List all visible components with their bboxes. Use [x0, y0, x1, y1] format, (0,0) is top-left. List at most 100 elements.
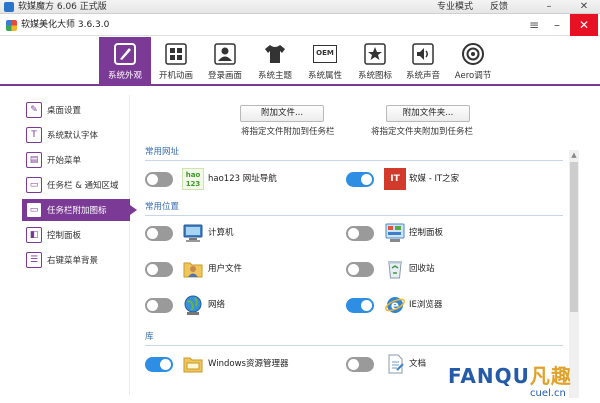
tab-label: 系统图标: [357, 71, 392, 81]
font-icon: T: [26, 127, 42, 143]
pro-mode-menu[interactable]: 专业模式: [437, 1, 473, 13]
toggle-computer[interactable]: [145, 226, 173, 241]
network-icon: [182, 294, 204, 316]
tab-label: 系统属性: [307, 71, 342, 81]
section-title-common-sites: 常用网址: [145, 147, 180, 157]
watermark-subtext: cuel.cn: [530, 388, 566, 399]
attach-folder-note: 将指定文件夹附加到任务栏: [371, 127, 474, 137]
windows-logo-icon: [164, 42, 188, 66]
sidebar-item-start-menu[interactable]: ▤ 开始菜单: [22, 149, 130, 171]
section-title-libraries: 库: [145, 332, 154, 342]
control-panel-icon: [384, 222, 406, 244]
main-toolbar: 系统外观 开机动画 登录画面 系统主题 OEM 系统属性 系统图标 系统声音 A…: [0, 37, 600, 86]
attach-folder-button[interactable]: 附加文件夹...: [386, 105, 470, 122]
context-menu-icon: ☰: [26, 252, 42, 268]
toggle-control-panel[interactable]: [346, 226, 374, 241]
sidebar-item-desktop-settings[interactable]: ✎ 桌面设置: [22, 99, 130, 121]
label-ithome: 软媒 - IT之家: [409, 174, 460, 184]
label-recycle-bin: 回收站: [409, 264, 435, 274]
label-control-panel: 控制面板: [409, 228, 444, 238]
section-divider: [145, 160, 563, 161]
outer-title-bar: 软媒魔方 6.06 正式版 专业模式 反馈 – ✕: [0, 0, 600, 14]
target-icon: [461, 42, 485, 66]
recycle-bin-icon: [384, 258, 406, 280]
section-divider: [145, 215, 563, 216]
feedback-menu[interactable]: 反馈: [490, 1, 508, 13]
user-frame-icon: [213, 42, 237, 66]
sidebar: ✎ 桌面设置 T 系统默认字体 ▤ 开始菜单 ▭ 任务栏 & 通知区域 ▭ 任务…: [18, 95, 137, 395]
menu-button[interactable]: ≡: [524, 14, 544, 36]
watermark-text: FANQU凡趣: [448, 364, 572, 388]
label-user-files: 用户文件: [208, 264, 243, 274]
tab-label: 开机动画: [158, 71, 193, 81]
tab-boot-animation[interactable]: 开机动画: [153, 37, 199, 86]
label-windows-explorer: Windows资源管理器: [208, 359, 289, 369]
user-folder-icon: [182, 258, 204, 280]
sidebar-item-label: 桌面设置: [47, 106, 82, 116]
tab-system-icons[interactable]: 系统图标: [351, 37, 399, 86]
ithome-icon: IT: [384, 168, 406, 190]
toggle-hao123[interactable]: [145, 172, 173, 187]
mofang-app-icon: [4, 2, 14, 12]
label-documents: 文档: [409, 359, 427, 369]
meihua-app-icon: [6, 20, 17, 31]
sidebar-item-label: 右键菜单背景: [47, 256, 99, 266]
outer-close-button[interactable]: ✕: [575, 0, 593, 14]
inner-window-title: 软媒美化大师 3.6.3.0: [21, 20, 110, 30]
close-button[interactable]: ✕: [570, 14, 598, 36]
tab-system-properties[interactable]: OEM 系统属性: [301, 37, 349, 86]
sidebar-item-control-panel[interactable]: ◧ 控制面板: [22, 224, 130, 246]
label-network: 网络: [208, 300, 226, 310]
toggle-ithome[interactable]: [346, 172, 374, 187]
scroll-up-arrow-icon[interactable]: ▲: [569, 150, 579, 160]
scrollbar-thumb[interactable]: [570, 162, 578, 312]
start-menu-icon: ▤: [26, 152, 42, 168]
inner-title-bar: 软媒美化大师 3.6.3.0 ≡ – ✕: [0, 14, 600, 36]
sidebar-item-taskbar-pin[interactable]: ▭ 任务栏附加图标: [22, 199, 137, 221]
toggle-windows-explorer[interactable]: [145, 357, 173, 372]
attach-file-note: 将指定文件附加到任务栏: [241, 127, 335, 137]
taskbar-icon: ▭: [26, 177, 42, 193]
site-watermark: FANQU凡趣 cuel.cn: [448, 362, 598, 402]
section-title-common-places: 常用位置: [145, 202, 180, 212]
outer-minimize-button[interactable]: –: [540, 0, 558, 14]
control-panel-icon: ◧: [26, 227, 42, 243]
brush-icon: [113, 42, 137, 66]
tab-login-screen[interactable]: 登录画面: [201, 37, 249, 86]
sidebar-item-label: 任务栏附加图标: [47, 206, 107, 216]
attach-file-button[interactable]: 附加文件...: [240, 105, 324, 122]
minimize-button[interactable]: –: [547, 14, 567, 36]
hao123-icon: hao 123: [182, 168, 204, 190]
explorer-folder-icon: [182, 353, 204, 375]
star-frame-icon: [363, 42, 387, 66]
tab-system-sounds[interactable]: 系统声音: [399, 37, 447, 86]
sidebar-item-label: 系统默认字体: [47, 131, 99, 141]
tab-system-theme[interactable]: 系统主题: [251, 37, 299, 86]
ie-icon: e: [384, 294, 406, 316]
toggle-user-files[interactable]: [145, 262, 173, 277]
sidebar-item-label: 任务栏 & 通知区域: [47, 181, 119, 191]
sidebar-item-label: 控制面板: [47, 231, 82, 241]
sidebar-item-context-menu-bg[interactable]: ☰ 右键菜单背景: [22, 249, 130, 271]
desktop-wrench-icon: ✎: [26, 102, 42, 118]
tab-system-appearance[interactable]: 系统外观: [99, 37, 151, 86]
speaker-icon: [411, 42, 435, 66]
tab-aero-adjust[interactable]: Aero调节: [449, 37, 497, 86]
computer-icon: [182, 222, 204, 244]
outer-window-title: 软媒魔方 6.06 正式版: [18, 2, 107, 12]
toggle-network[interactable]: [145, 298, 173, 313]
toggle-documents[interactable]: [346, 357, 374, 372]
oem-icon: OEM: [313, 42, 337, 66]
document-icon: [384, 353, 406, 375]
tab-label: 系统声音: [405, 71, 440, 81]
tab-label: Aero调节: [454, 71, 492, 81]
label-hao123: hao123 网址导航: [208, 174, 277, 184]
toggle-recycle-bin[interactable]: [346, 262, 374, 277]
sidebar-item-default-font[interactable]: T 系统默认字体: [22, 124, 130, 146]
sidebar-item-label: 开始菜单: [47, 156, 82, 166]
tab-label: 登录画面: [207, 71, 242, 81]
sidebar-item-taskbar-notify[interactable]: ▭ 任务栏 & 通知区域: [22, 174, 130, 196]
toggle-ie-browser[interactable]: [346, 298, 374, 313]
taskbar-pin-icon: ▭: [26, 202, 42, 218]
tab-label: 系统主题: [257, 71, 292, 81]
